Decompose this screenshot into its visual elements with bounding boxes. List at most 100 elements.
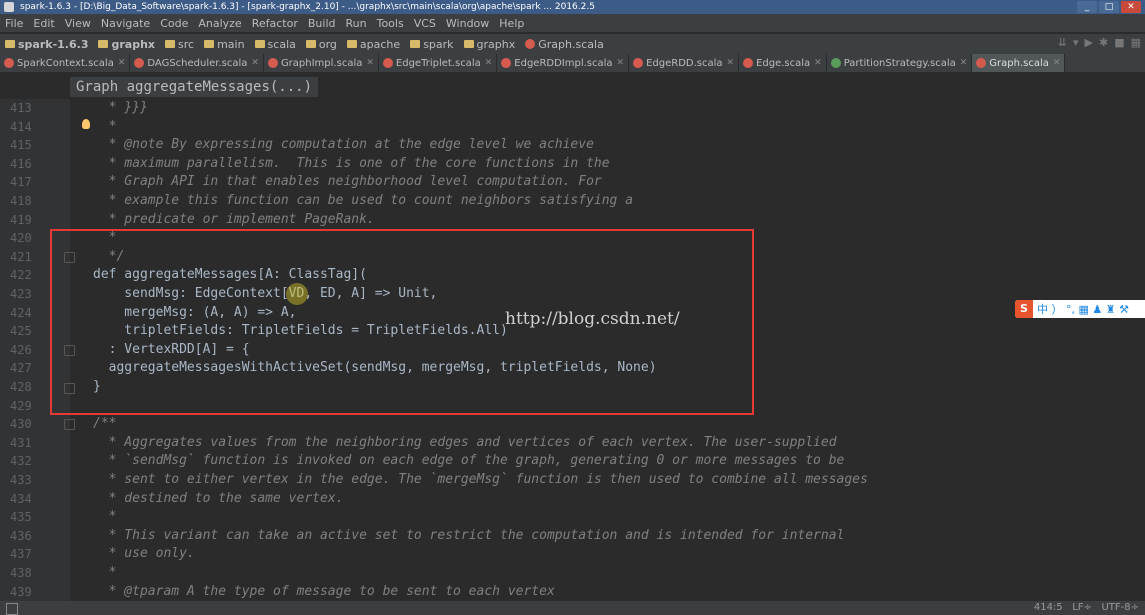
folder-icon <box>98 40 109 48</box>
scala-file-icon <box>633 58 644 68</box>
caret-position[interactable]: 414:5 <box>1034 602 1063 613</box>
debug-icon[interactable]: ✱ <box>1099 36 1108 49</box>
config-dropdown-icon[interactable]: ▾ <box>1073 36 1079 49</box>
menu-view[interactable]: View <box>60 17 96 30</box>
menu-edit[interactable]: Edit <box>28 17 59 30</box>
minimize-button[interactable]: _ <box>1077 1 1097 13</box>
ime-controls[interactable]: 中 ） °, ▦ ♟ ♜ ⚒ <box>1037 301 1129 317</box>
code-line: 439 * @tparam A the type of message to b… <box>10 583 555 599</box>
folder-icon <box>204 40 215 48</box>
watermark: http://blog.csdn.net/ <box>505 309 680 329</box>
folder-icon <box>5 40 15 48</box>
tab-partitionstrategy[interactable]: PartitionStrategy.scala ✕ <box>827 54 973 72</box>
line-separator[interactable]: LF÷ <box>1072 602 1092 613</box>
menu-help[interactable]: Help <box>494 17 529 30</box>
structure-breadcrumb[interactable]: Graph aggregateMessages(...) <box>70 77 319 97</box>
status-bar: 414:5 LF÷ UTF-8÷ <box>0 601 1145 615</box>
stop-icon[interactable]: ■ <box>1114 36 1124 49</box>
tab-sparkcontext[interactable]: SparkContext.scala ✕ <box>0 54 131 72</box>
crumb-apache[interactable]: apache <box>342 38 405 51</box>
code-line: 432 * `sendMsg` function is invoked on e… <box>10 453 845 469</box>
scala-file-icon <box>743 58 754 68</box>
tool-window-toggle-icon[interactable] <box>6 603 18 615</box>
code-line: 437 * use only. <box>10 546 195 562</box>
folder-icon <box>165 40 175 48</box>
navigation-bar: spark-1.6.3 graphx src main scala org ap… <box>0 34 1145 54</box>
maximize-button[interactable]: □ <box>1099 1 1119 13</box>
menu-refactor[interactable]: Refactor <box>247 17 303 30</box>
code-line: 413 * }}} <box>10 100 148 115</box>
file-encoding[interactable]: UTF-8÷ <box>1101 602 1139 613</box>
sogou-logo-icon: S <box>1015 300 1033 318</box>
fold-marker-icon[interactable] <box>64 419 75 430</box>
crumb-spark[interactable]: spark <box>405 38 458 51</box>
scala-file-icon <box>4 58 14 68</box>
close-tab-icon[interactable]: ✕ <box>485 58 493 68</box>
code-line: 416 * maximum parallelism. This is one o… <box>10 155 610 171</box>
crumb-org[interactable]: org <box>301 38 342 51</box>
close-button[interactable]: ✕ <box>1121 1 1141 13</box>
menu-tools[interactable]: Tools <box>372 17 409 30</box>
crumb-graphx[interactable]: graphx <box>459 38 521 51</box>
menu-bar: File Edit View Navigate Code Analyze Ref… <box>0 14 1145 32</box>
ime-toolbar[interactable]: S 中 ） °, ▦ ♟ ♜ ⚒ <box>1015 300 1145 318</box>
menu-navigate[interactable]: Navigate <box>96 17 155 30</box>
crumb-file[interactable]: Graph.scala <box>520 38 609 51</box>
tab-graph[interactable]: Graph.scala ✕ <box>972 54 1066 72</box>
crumb-main[interactable]: main <box>199 38 249 51</box>
code-line: 419 * predicate or implement PageRank. <box>10 211 375 227</box>
tab-edgetriplet[interactable]: EdgeTriplet.scala ✕ <box>379 54 498 72</box>
crumb-src[interactable]: src <box>160 38 199 51</box>
crumb-scala[interactable]: scala <box>250 38 301 51</box>
window-titlebar: spark-1.6.3 - [D:\Big_Data_Software\spar… <box>0 0 1145 14</box>
code-line: 431 * Aggregates values from the neighbo… <box>10 434 837 450</box>
tab-edgerddimpl[interactable]: EdgeRDDImpl.scala ✕ <box>497 54 630 72</box>
close-tab-icon[interactable]: ✕ <box>251 58 259 68</box>
structure-breadcrumb-bar: Graph aggregateMessages(...) <box>0 73 1145 99</box>
folder-icon <box>254 40 265 48</box>
menu-file[interactable]: File <box>0 17 28 30</box>
menu-window[interactable]: Window <box>441 17 494 30</box>
scala-file-icon <box>382 58 393 68</box>
scala-file-icon <box>267 58 278 68</box>
crumb-project[interactable]: spark-1.6.3 <box>0 38 93 51</box>
trait-file-icon <box>830 58 841 68</box>
folder-icon <box>346 40 357 48</box>
menu-analyze[interactable]: Analyze <box>193 17 246 30</box>
project-structure-icon[interactable]: ▦ <box>1131 36 1141 49</box>
intention-bulb-icon[interactable] <box>82 119 90 129</box>
code-line: 433 * sent to either vertex in the edge.… <box>10 472 868 487</box>
scala-file-icon <box>976 58 987 68</box>
code-line: 438 * <box>10 565 117 580</box>
crumb-module[interactable]: graphx <box>93 38 160 51</box>
tab-graphimpl[interactable]: GraphImpl.scala ✕ <box>264 54 379 72</box>
tab-edgerdd[interactable]: EdgeRDD.scala ✕ <box>629 54 740 72</box>
tab-edge[interactable]: Edge.scala ✕ <box>739 54 827 72</box>
code-line: 430/** <box>10 416 117 432</box>
close-tab-icon[interactable]: ✕ <box>960 58 968 68</box>
code-line: 436 * This variant can take an active se… <box>10 527 845 543</box>
code-line: 435 * <box>10 509 117 525</box>
close-tab-icon[interactable]: ✕ <box>1053 58 1061 68</box>
build-icon[interactable]: ⇊ <box>1058 36 1067 49</box>
tab-dagscheduler[interactable]: DAGScheduler.scala ✕ <box>130 54 264 72</box>
code-line: 415 * @note By expressing computation at… <box>10 137 594 153</box>
window-controls: _ □ ✕ <box>1077 1 1141 13</box>
close-tab-icon[interactable]: ✕ <box>814 58 822 68</box>
scala-file-icon <box>525 39 536 49</box>
scala-file-icon <box>134 58 145 68</box>
run-icon[interactable]: ▶ <box>1085 36 1093 49</box>
close-tab-icon[interactable]: ✕ <box>366 58 374 68</box>
folder-icon <box>410 40 421 48</box>
menu-build[interactable]: Build <box>303 17 341 30</box>
window-title: spark-1.6.3 - [D:\Big_Data_Software\spar… <box>20 2 595 12</box>
close-tab-icon[interactable]: ✕ <box>118 58 126 68</box>
scala-file-icon <box>501 58 512 68</box>
menu-run[interactable]: Run <box>341 17 372 30</box>
mouse-cursor-highlight <box>286 283 308 305</box>
code-line: 414 * <box>10 118 117 134</box>
menu-code[interactable]: Code <box>155 17 193 30</box>
close-tab-icon[interactable]: ✕ <box>727 58 735 68</box>
close-tab-icon[interactable]: ✕ <box>617 58 625 68</box>
menu-vcs[interactable]: VCS <box>409 17 441 30</box>
